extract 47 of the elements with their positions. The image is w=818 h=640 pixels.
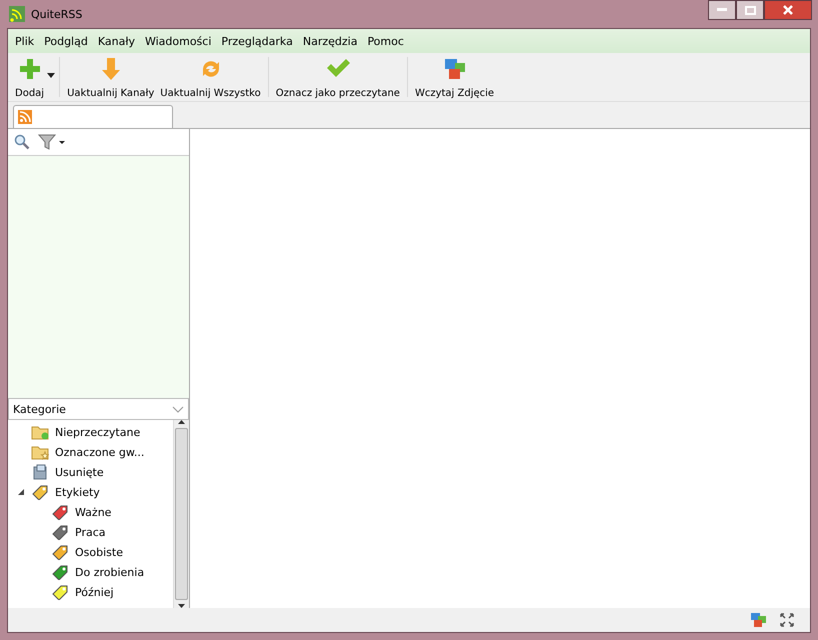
chevron-down-icon bbox=[172, 406, 184, 412]
categories-dropdown[interactable]: Kategorie bbox=[8, 398, 189, 420]
pictures-icon[interactable] bbox=[750, 612, 768, 628]
pictures-icon bbox=[442, 57, 467, 81]
close-button[interactable] bbox=[764, 0, 812, 20]
expand-arrow-icon[interactable] bbox=[18, 488, 25, 496]
search-icon[interactable] bbox=[14, 134, 30, 150]
label-item[interactable]: Później bbox=[75, 586, 114, 598]
minimize-button[interactable] bbox=[708, 0, 736, 20]
label-item[interactable]: Praca bbox=[75, 526, 106, 538]
tag-icon bbox=[31, 484, 49, 500]
dropdown-arrow-icon[interactable] bbox=[47, 73, 56, 78]
menu-item[interactable]: Plik bbox=[10, 34, 40, 48]
rss-icon bbox=[18, 110, 32, 124]
folder-icon bbox=[31, 444, 49, 460]
toolbar-button[interactable]: Uaktualnij Wszystko bbox=[157, 53, 264, 101]
label-item[interactable]: Ważne bbox=[75, 506, 112, 518]
menu-item[interactable]: Narzędzia bbox=[298, 34, 362, 48]
category-item[interactable]: Nieprzeczytane bbox=[55, 426, 140, 438]
category-item[interactable]: Usunięte bbox=[55, 466, 104, 478]
plus-icon bbox=[18, 57, 42, 81]
category-item[interactable]: Oznaczone gw... bbox=[55, 446, 144, 458]
folder-icon bbox=[31, 424, 49, 440]
menu-item[interactable]: Podgląd bbox=[39, 34, 93, 48]
label-item[interactable]: Osobiste bbox=[75, 546, 123, 558]
toolbar-button[interactable]: Uaktualnij Kanały bbox=[64, 53, 158, 101]
close-icon bbox=[783, 5, 793, 15]
label-item[interactable]: Do zrobienia bbox=[75, 566, 144, 578]
toolbar-button[interactable]: Wczytaj Zdjęcie bbox=[412, 53, 498, 101]
scroll-down-icon[interactable] bbox=[178, 604, 185, 608]
toolbar-button[interactable]: Oznacz jako przeczytane bbox=[272, 53, 403, 101]
menu-item[interactable]: Wiadomości bbox=[140, 34, 216, 48]
app-logo-icon bbox=[9, 6, 25, 22]
maximize-button[interactable] bbox=[736, 0, 764, 20]
toolbar-button[interactable]: Dodaj bbox=[12, 53, 48, 101]
filter-icon[interactable] bbox=[38, 134, 66, 150]
menu-item[interactable]: Przeglądarka bbox=[216, 34, 298, 48]
fullscreen-icon[interactable] bbox=[780, 613, 794, 627]
checkmark-icon bbox=[324, 57, 351, 79]
minimize-icon bbox=[717, 8, 727, 12]
down-arrow-icon bbox=[100, 57, 121, 81]
menu-item[interactable]: Kanały bbox=[92, 34, 140, 48]
window-title: QuiteRSS bbox=[31, 8, 84, 20]
menu-item[interactable]: Pomoc bbox=[362, 34, 409, 48]
category-item[interactable]: Etykiety bbox=[55, 486, 100, 498]
scrollbar[interactable] bbox=[173, 420, 189, 608]
maximize-icon bbox=[744, 6, 756, 14]
